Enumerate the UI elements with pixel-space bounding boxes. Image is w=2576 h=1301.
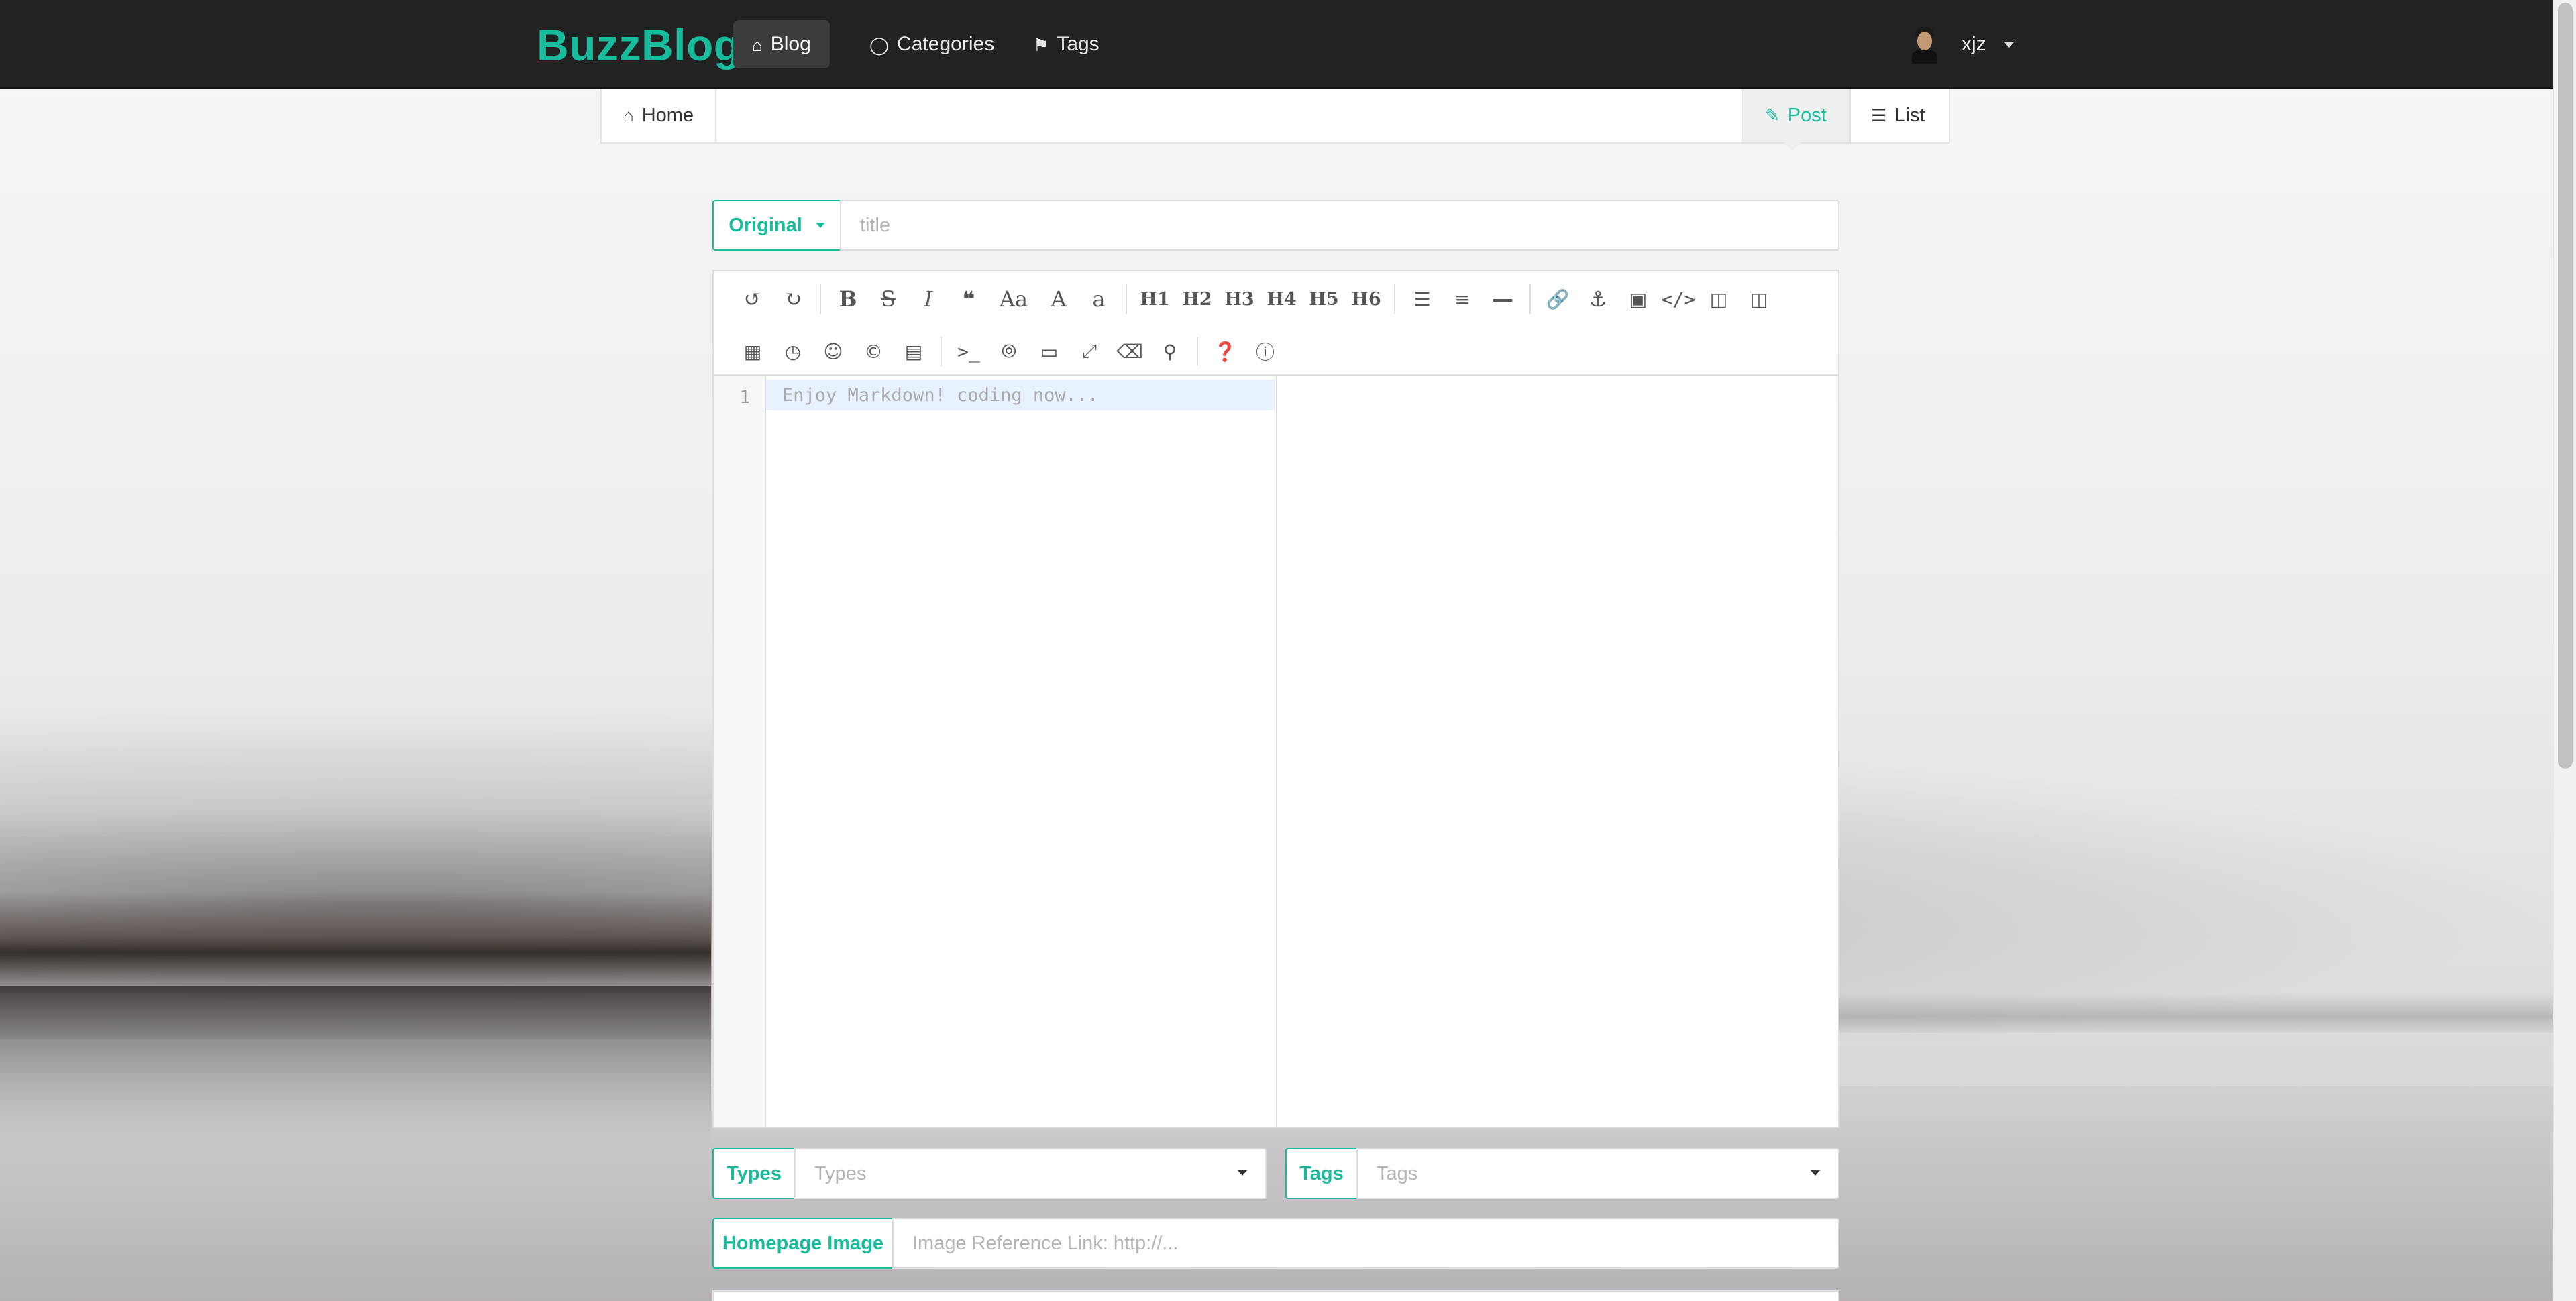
tags-icon: ⚑ — [1033, 35, 1049, 56]
pagebreak-icon[interactable]: ▤ — [894, 332, 934, 371]
strikethrough-icon[interactable]: S — [868, 280, 908, 319]
list-ol-icon[interactable]: ≡ — [1442, 280, 1483, 319]
line-number-gutter: 1 — [714, 376, 766, 1127]
tags-caret-icon — [1810, 1170, 1821, 1176]
homepage-image-label-text: Homepage Image — [722, 1232, 884, 1254]
avatar — [1908, 25, 1941, 64]
types-label: Types — [712, 1148, 796, 1199]
list-ul-icon[interactable]: ☰ — [1402, 280, 1442, 319]
uppercase-icon[interactable]: A — [1038, 280, 1079, 319]
table-icon[interactable]: ▦ — [733, 332, 773, 371]
types-label-text: Types — [727, 1162, 782, 1184]
nav-tags[interactable]: ⚑ Tags — [1014, 20, 1118, 68]
nav-categories-label: Categories — [897, 33, 995, 55]
toolbar-row-1: ↺ ↻ B S I ❝ Aa A a H1 H2 H3 H4 H5 H6 ☰ ≡… — [733, 279, 1779, 319]
types-select[interactable] — [794, 1148, 1267, 1199]
subnav-home[interactable]: ⌂ Home — [602, 89, 717, 142]
h6-button[interactable]: H6 — [1345, 280, 1387, 319]
caret-down-icon — [815, 223, 825, 228]
nav-tags-label: Tags — [1057, 33, 1099, 55]
chevron-down-icon — [2003, 41, 2015, 48]
next-form-field — [712, 1290, 1839, 1301]
html-entities-icon[interactable]: © — [853, 332, 894, 371]
sub-navigation: ⌂ Home ✎ Post ☰ List — [600, 89, 1950, 144]
h3-button[interactable]: H3 — [1218, 280, 1260, 319]
homepage-image-label: Homepage Image — [712, 1218, 894, 1269]
redo-icon[interactable]: ↻ — [773, 280, 813, 319]
subnav-list[interactable]: ☰ List — [1849, 89, 1950, 142]
image-icon[interactable]: ▣ — [1618, 280, 1658, 319]
edit-icon: ✎ — [1765, 105, 1780, 125]
page-scrollbar[interactable] — [2553, 0, 2576, 1301]
toolbar-row-2: ▦ ◷ ☺ © ▤ >_ ⦾ ▭ ⤢ ⌫ ⚲ ❓ ⓘ — [733, 331, 1285, 372]
list-icon: ☰ — [1871, 105, 1887, 125]
brand-logo[interactable]: BuzzBlog — [537, 15, 741, 75]
italic-icon[interactable]: I — [908, 280, 949, 319]
fullscreen-icon[interactable]: ⤢ — [1069, 332, 1110, 371]
search-icon[interactable]: ⚲ — [1150, 332, 1190, 371]
editor-placeholder: Enjoy Markdown! coding now... — [782, 385, 1099, 406]
ucwords-icon[interactable]: Aa — [989, 280, 1038, 319]
watch-icon[interactable]: ⦾ — [989, 332, 1029, 371]
clear-icon[interactable]: ⌫ — [1110, 332, 1150, 371]
nav-categories[interactable]: ◯ Categories — [851, 20, 1013, 68]
lightbulb-icon: ◯ — [869, 35, 890, 56]
h5-button[interactable]: H5 — [1303, 280, 1345, 319]
subnav-post-label: Post — [1787, 105, 1827, 126]
markdown-code-area[interactable]: Enjoy Markdown! coding now... — [766, 376, 1277, 1127]
scrollbar-thumb[interactable] — [2558, 3, 2573, 769]
types-caret-icon — [1237, 1170, 1248, 1176]
preview-icon[interactable]: ▭ — [1029, 332, 1069, 371]
title-input[interactable] — [840, 200, 1839, 251]
link-icon[interactable]: 🔗 — [1538, 280, 1578, 319]
user-menu[interactable]: xjz — [1908, 23, 2015, 66]
editor-toolbar: ↺ ↻ B S I ❝ Aa A a H1 H2 H3 H4 H5 H6 ☰ ≡… — [714, 271, 1838, 376]
info-icon[interactable]: ⓘ — [1245, 332, 1285, 371]
tags-label-text: Tags — [1299, 1162, 1344, 1184]
code-icon[interactable]: </> — [1658, 280, 1699, 319]
homepage-image-input[interactable] — [892, 1218, 1839, 1269]
anchor-icon[interactable]: ⚓ — [1578, 280, 1618, 319]
subnav-list-label: List — [1894, 105, 1925, 126]
nav-blog-label: Blog — [770, 33, 811, 55]
h2-button[interactable]: H2 — [1176, 280, 1218, 319]
h4-button[interactable]: H4 — [1260, 280, 1303, 319]
code-block-icon[interactable]: ◫ — [1739, 280, 1779, 319]
bold-icon[interactable]: B — [828, 280, 868, 319]
lowercase-icon[interactable]: a — [1079, 280, 1119, 319]
tags-select[interactable] — [1356, 1148, 1839, 1199]
home-icon: ⌂ — [752, 35, 763, 56]
home-icon: ⌂ — [623, 105, 634, 125]
h1-button[interactable]: H1 — [1134, 280, 1176, 319]
active-tab-pointer — [1784, 142, 1801, 151]
tags-label: Tags — [1285, 1148, 1358, 1199]
username: xjz — [1962, 33, 1986, 55]
post-type-label: Original — [729, 214, 802, 236]
post-type-dropdown[interactable]: Original — [712, 200, 841, 251]
line-number: 1 — [739, 388, 750, 408]
nav-blog[interactable]: ⌂ Blog — [733, 20, 830, 68]
quote-icon[interactable]: ❝ — [949, 280, 989, 319]
markdown-preview — [1277, 376, 1838, 1127]
subnav-home-label: Home — [641, 105, 694, 126]
emoji-icon[interactable]: ☺ — [813, 332, 853, 371]
subnav-post[interactable]: ✎ Post — [1742, 89, 1851, 142]
undo-icon[interactable]: ↺ — [733, 280, 773, 319]
markdown-editor: ↺ ↻ B S I ❝ Aa A a H1 H2 H3 H4 H5 H6 ☰ ≡… — [712, 270, 1839, 1128]
datetime-icon[interactable]: ◷ — [773, 332, 813, 371]
top-navbar: BuzzBlog ⌂ Blog ◯ Categories ⚑ Tags xjz — [0, 0, 2553, 89]
help-icon[interactable]: ❓ — [1205, 332, 1245, 371]
preformatted-code-icon[interactable]: ◫ — [1699, 280, 1739, 319]
hr-icon[interactable]: — — [1483, 280, 1523, 319]
terminal-icon[interactable]: >_ — [949, 332, 989, 371]
